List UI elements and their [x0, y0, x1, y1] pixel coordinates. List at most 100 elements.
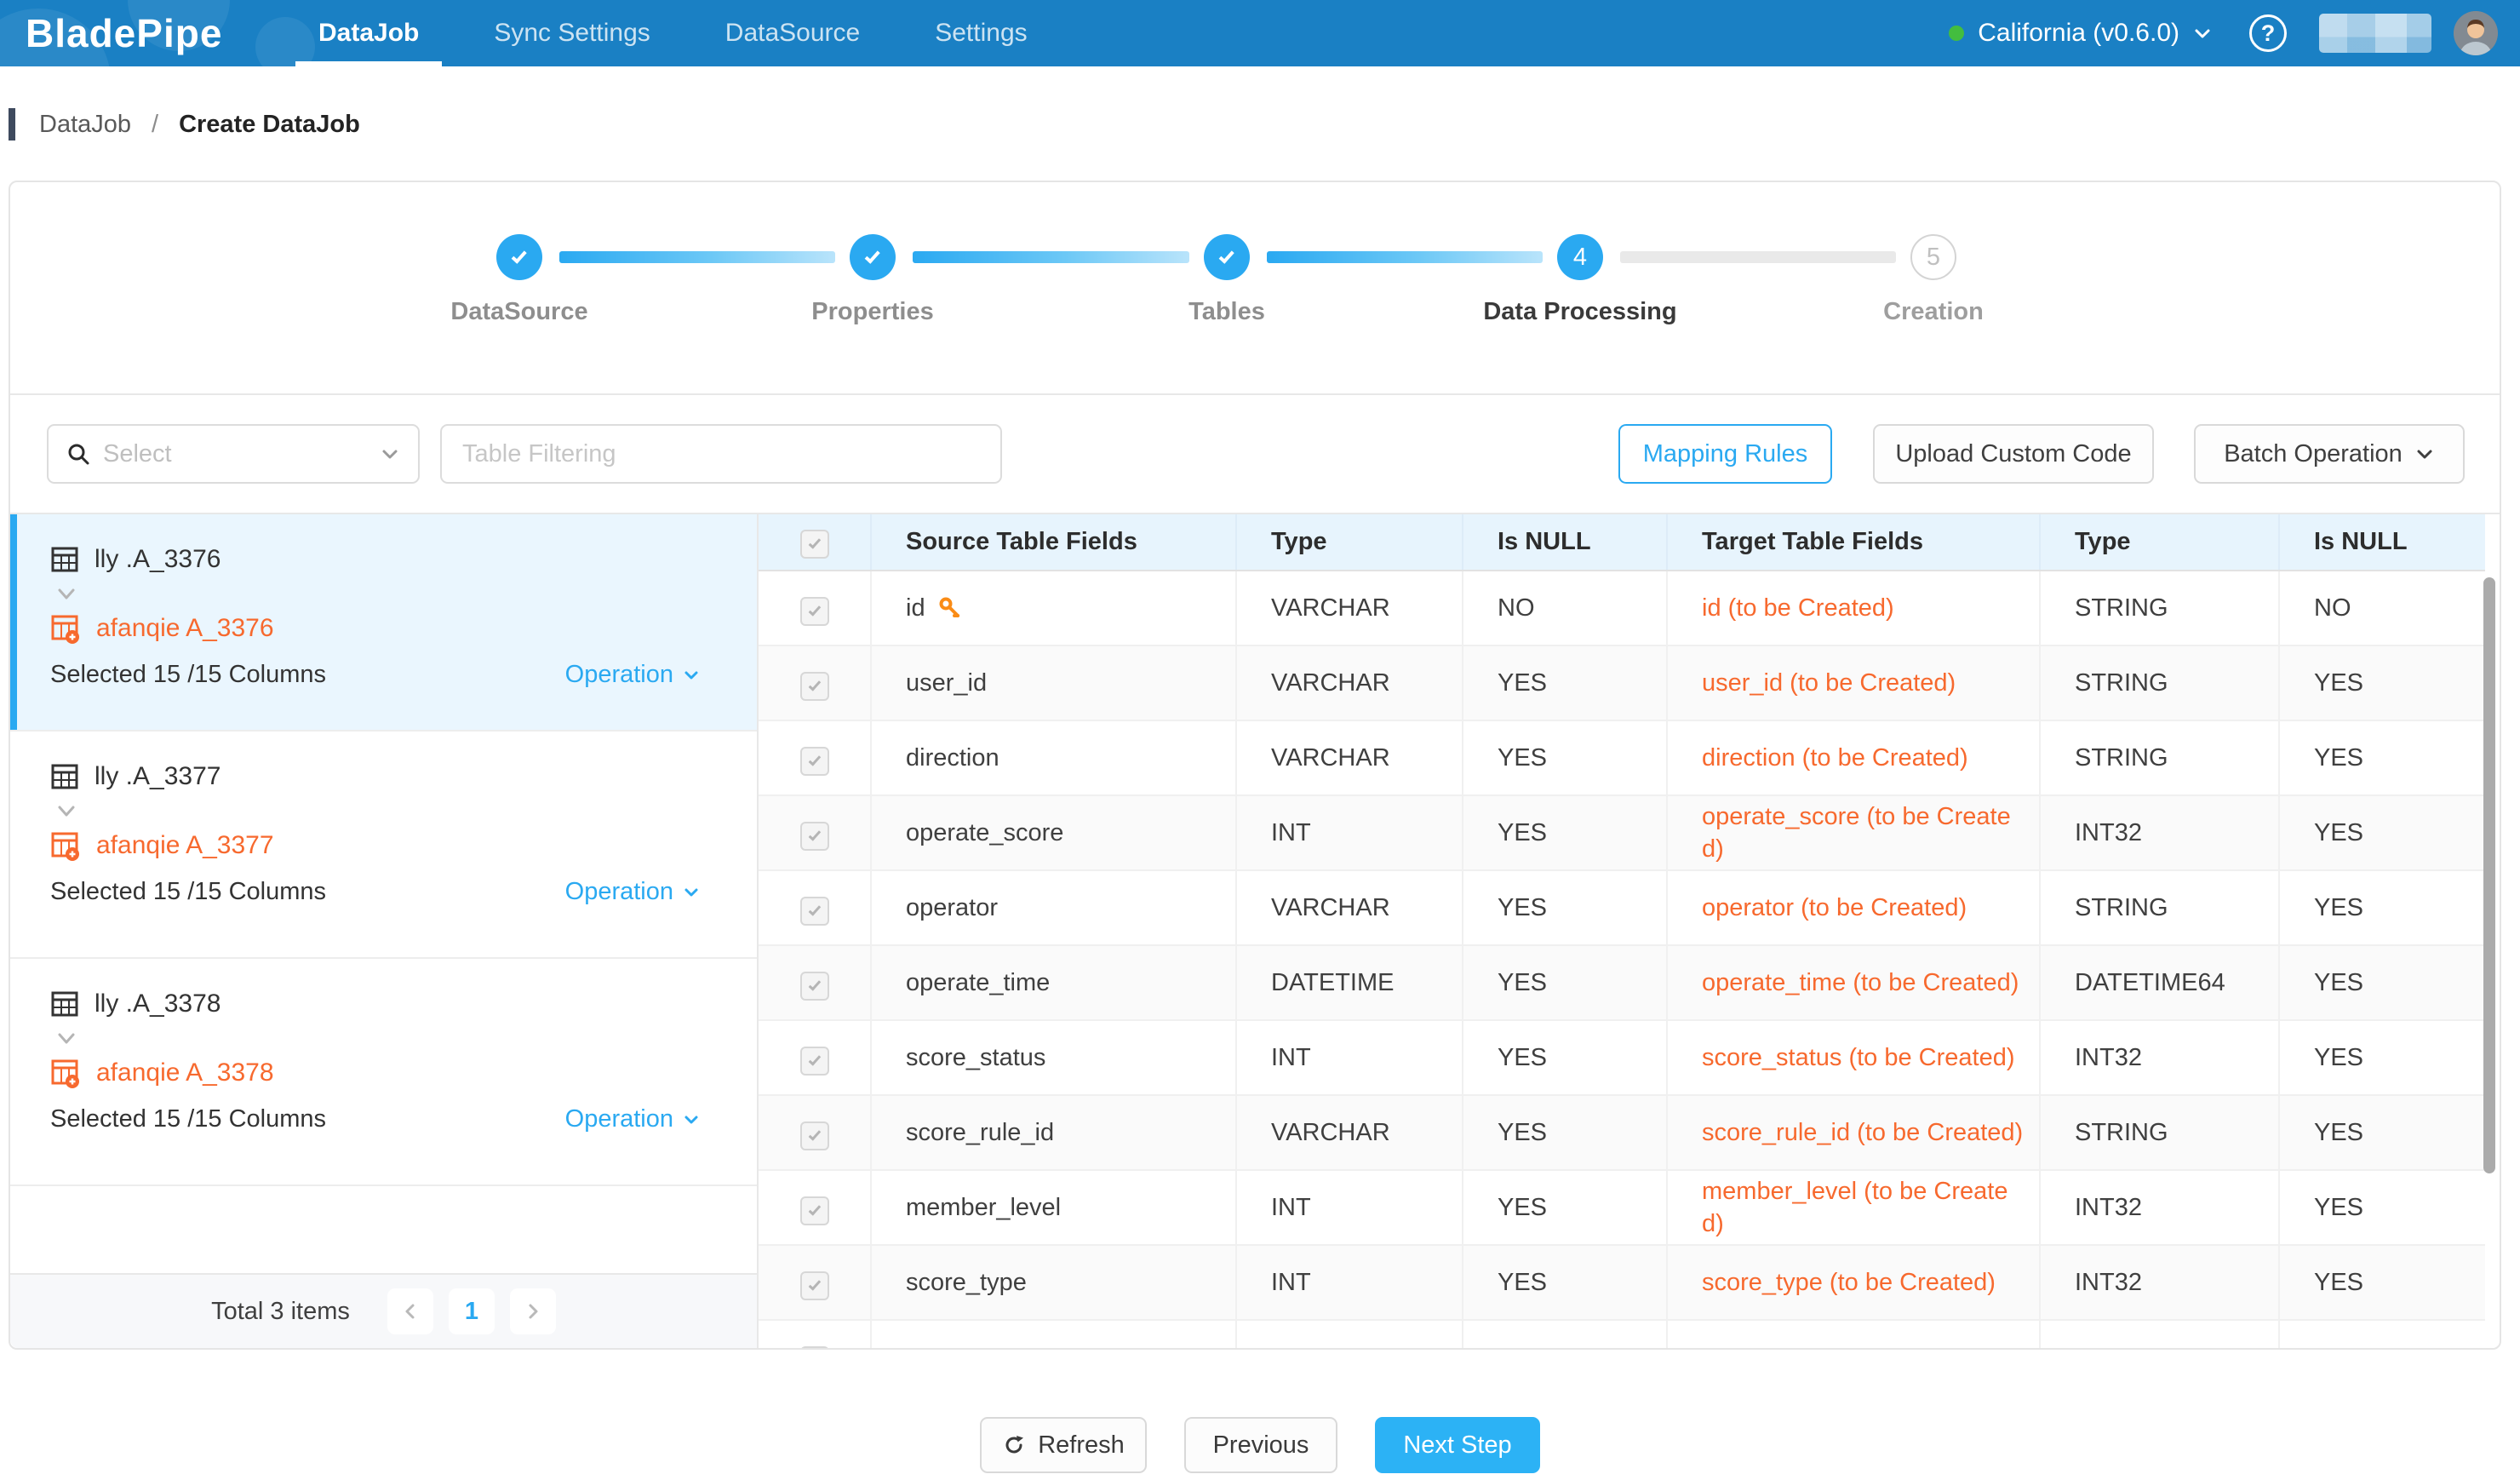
step-label-tables: Tables [1057, 298, 1397, 326]
row-checkbox[interactable] [800, 1196, 829, 1225]
source-field-nullable: YES [1498, 1044, 1547, 1071]
vertical-scrollbar-thumb[interactable] [2483, 577, 2495, 1173]
target-field-type: INT32 [2075, 1194, 2142, 1221]
source-field-name: operate_time [906, 967, 1050, 999]
breadcrumb: DataJob / Create DataJob [9, 102, 360, 146]
user-name-blurred [2319, 14, 2431, 53]
row-checkbox[interactable] [800, 597, 829, 626]
row-checkbox[interactable] [800, 972, 829, 1001]
nav-tab-settings[interactable]: Settings [935, 0, 1027, 66]
target-field-name: score_status (to be Created) [1702, 1044, 2015, 1071]
row-checkbox[interactable] [800, 1346, 829, 1348]
expand-chevron-icon[interactable] [54, 803, 78, 820]
brand-logo: BladePipe [26, 0, 222, 66]
row-checkbox[interactable] [800, 897, 829, 926]
target-field-type: DATETIME64 [2075, 969, 2225, 996]
source-field-nullable: YES [1498, 819, 1547, 846]
source-field-name: member_level [906, 1191, 1061, 1224]
source-field-name: score_rule_id [906, 1116, 1054, 1149]
chevron-down-icon [682, 1110, 701, 1129]
page-1-button[interactable]: 1 [449, 1288, 495, 1334]
expand-chevron-icon[interactable] [54, 1030, 78, 1047]
prev-page-button[interactable] [387, 1288, 433, 1334]
expand-chevron-icon[interactable] [54, 586, 78, 603]
target-table-create-icon [50, 830, 81, 861]
next-step-button[interactable]: Next Step [1375, 1417, 1540, 1473]
source-field-name: direction [906, 742, 999, 774]
selected-stripe [10, 514, 17, 730]
help-icon[interactable]: ? [2249, 14, 2287, 52]
row-checkbox[interactable] [800, 1271, 829, 1300]
step-connector [559, 251, 835, 263]
upload-custom-code-button[interactable]: Upload Custom Code [1873, 424, 2154, 484]
source-field-nullable: YES [1498, 1269, 1547, 1296]
nav-tab-sync-settings[interactable]: Sync Settings [494, 0, 650, 66]
chevron-down-icon[interactable] [2191, 22, 2214, 44]
region-version-selector[interactable]: California (v0.6.0) [1978, 19, 2179, 48]
target-field-name: score_type (to be Created) [1702, 1269, 1996, 1296]
main-nav: DataJob Sync Settings DataSource Setting… [318, 0, 1028, 66]
table-filter-input[interactable] [440, 424, 1002, 484]
mapping-rules-button[interactable]: Mapping Rules [1618, 424, 1832, 484]
nav-tab-datajob[interactable]: DataJob [318, 0, 419, 66]
row-checkbox[interactable] [800, 1047, 829, 1076]
chevron-down-icon [682, 666, 701, 685]
col-target-is-null: Is NULL [2279, 514, 2485, 571]
breadcrumb-datajob[interactable]: DataJob [39, 111, 131, 139]
wizard-stepper: 4 5 DataSource Properties Tables Data Pr… [10, 182, 2500, 395]
target-field-nullable: YES [2314, 744, 2363, 772]
table-pair-card[interactable]: lly .A_3377 afanqie A_3377 Selected 15 /… [10, 731, 757, 959]
step-data-processing-circle: 4 [1557, 234, 1603, 280]
target-field-nullable: YES [2314, 1194, 2363, 1221]
target-field-nullable: YES [2314, 969, 2363, 996]
row-checkbox[interactable] [800, 1121, 829, 1150]
operation-link[interactable]: Operation [565, 661, 701, 689]
step-label-properties: Properties [702, 298, 1043, 326]
schema-select[interactable]: Select [47, 424, 420, 484]
chevron-left-icon [401, 1302, 420, 1321]
row-checkbox[interactable] [800, 672, 829, 701]
pagination: Total 3 items 1 [10, 1273, 757, 1348]
next-page-button[interactable] [510, 1288, 556, 1334]
target-field-name: id (to be Created) [1702, 594, 1894, 622]
step-connector [913, 251, 1189, 263]
batch-operation-button[interactable]: Batch Operation [2194, 424, 2465, 484]
table-row: direction VARCHAR YES direction (to be C… [759, 720, 2485, 795]
target-field-nullable: YES [2314, 819, 2363, 846]
step-label-creation: Creation [1763, 298, 2104, 326]
target-field-type: STRING [2075, 669, 2168, 697]
selected-columns-text: Selected 15 /15 Columns [50, 1105, 326, 1133]
source-field-type: DATETIME [1271, 969, 1394, 996]
table-row-partial [759, 1320, 2485, 1348]
operation-link[interactable]: Operation [565, 1105, 701, 1133]
refresh-button[interactable]: Refresh [980, 1417, 1147, 1473]
step-connector [1267, 251, 1543, 263]
source-field-type: VARCHAR [1271, 594, 1390, 622]
source-field-name: score_type [906, 1266, 1027, 1299]
select-all-checkbox[interactable] [800, 530, 829, 559]
operation-link[interactable]: Operation [565, 878, 701, 906]
selected-columns-text: Selected 15 /15 Columns [50, 878, 326, 906]
source-field-type: VARCHAR [1271, 1119, 1390, 1146]
check-icon [864, 248, 879, 264]
row-checkbox[interactable] [800, 747, 829, 776]
target-field-name: user_id (to be Created) [1702, 669, 1956, 697]
source-field-nullable: YES [1498, 1194, 1547, 1221]
table-pair-card[interactable]: lly .A_3378 afanqie A_3378 Selected 15 /… [10, 959, 757, 1186]
source-table-icon [50, 762, 79, 791]
previous-button[interactable]: Previous [1184, 1417, 1337, 1473]
target-field-nullable: YES [2314, 1119, 2363, 1146]
source-field-type: INT [1271, 1194, 1311, 1221]
source-field-type: INT [1271, 819, 1311, 846]
table-row: user_id VARCHAR YES user_id (to be Creat… [759, 645, 2485, 720]
row-checkbox[interactable] [800, 822, 829, 851]
col-target-table-fields: Target Table Fields [1667, 514, 2040, 571]
step-tables-circle [1204, 234, 1250, 280]
source-field-type: VARCHAR [1271, 744, 1390, 772]
source-field-name: operate_score [906, 817, 1063, 849]
target-field-type: INT32 [2075, 1044, 2142, 1071]
nav-tab-datasource[interactable]: DataSource [725, 0, 860, 66]
table-pair-card[interactable]: lly .A_3376 afanqie A_3376 Selected 15 /… [10, 514, 757, 731]
wizard-footer: Refresh Previous Next Step [0, 1417, 2520, 1473]
avatar[interactable] [2454, 11, 2498, 55]
